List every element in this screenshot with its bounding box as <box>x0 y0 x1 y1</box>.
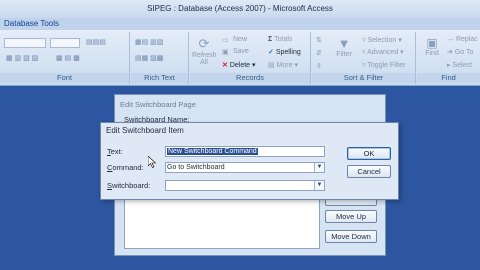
toggle-filter-label: Toggle Filter <box>367 62 406 69</box>
clear-sort-icon[interactable]: ⇳ <box>316 62 322 70</box>
replace-label: Replac <box>455 36 478 43</box>
find-label: Find <box>425 50 439 57</box>
advanced-icon: ▿ <box>362 49 366 56</box>
find-group-label: Find <box>417 73 480 83</box>
rich-text-group: ▦▤ ▥▧ ▤▦ ▨▩ Rich Text <box>131 32 189 84</box>
toggle-filter-icon: ▿ <box>362 62 366 69</box>
totals-icon: Σ <box>268 36 273 43</box>
text-input[interactable]: New Switchboard Command <box>165 146 325 157</box>
cancel-button[interactable]: Cancel <box>347 165 391 178</box>
filter-button[interactable]: ▼ Filter <box>330 36 358 58</box>
go-to-icon: ➔ <box>447 49 453 56</box>
more-button[interactable]: ▤ More ▾ <box>268 61 298 69</box>
window-title-bar: SIPEG : Database (Access 2007) - Microso… <box>0 0 480 18</box>
sort-asc-icon[interactable]: ⇅ <box>316 36 322 44</box>
select-icon: ▸ <box>447 62 451 69</box>
chevron-down-icon[interactable]: ▼ <box>314 181 324 190</box>
save-record-label: Save <box>233 48 249 55</box>
spelling-button[interactable]: ✓ Spelling <box>268 48 301 56</box>
command-select[interactable]: Go to Switchboard ▼ <box>165 162 325 173</box>
tab-database-tools[interactable]: Database Tools <box>0 18 63 30</box>
font-size-combo[interactable] <box>50 38 80 48</box>
selection-label: Selection <box>367 37 397 44</box>
save-icon: ▣ <box>222 49 229 56</box>
go-to-label: Go To <box>454 49 474 56</box>
font-group: ▤▤▤ ▦ ▥ ▧ ▨ ▦ ▤ ▩ Font <box>0 32 130 84</box>
text-label: Text: <box>107 147 123 156</box>
refresh-icon: ⟳ <box>198 36 210 51</box>
edit-switchboard-page-title: Edit Switchboard Page <box>120 100 196 109</box>
delete-record-button[interactable]: ✕ Delete ▾ <box>222 61 256 69</box>
move-up-button[interactable]: Move Up <box>325 210 377 223</box>
go-to-button[interactable]: ➔ Go To <box>447 48 473 56</box>
switchboard-select[interactable]: ▼ <box>165 180 325 191</box>
advanced-label: Advanced <box>367 49 399 56</box>
find-button[interactable]: ▣ Find <box>421 36 443 57</box>
refresh-all-label: Refresh All <box>192 52 217 66</box>
new-record-button[interactable]: ▭ New <box>222 36 247 44</box>
gridline-buttons[interactable]: ▦ ▤ ▩ <box>56 54 80 62</box>
edit-switchboard-item-dialog: Edit Switchboard Item Text: New Switchbo… <box>100 122 399 200</box>
font-name-combo[interactable] <box>4 38 46 48</box>
rich-text-group-label: Rich Text <box>131 73 188 83</box>
edit-switchboard-item-title: Edit Switchboard Item <box>106 126 184 135</box>
spelling-icon: ✓ <box>268 49 274 56</box>
new-record-label: New <box>233 36 248 43</box>
binoculars-icon: ▣ <box>426 36 438 50</box>
select-button[interactable]: ▸ Select <box>447 61 472 69</box>
selection-button[interactable]: ▿ Selection ▾ <box>362 36 402 44</box>
more-icon: ▤ <box>268 62 275 69</box>
move-down-button[interactable]: Move Down <box>325 230 377 243</box>
advanced-button[interactable]: ▿ Advanced ▾ <box>362 48 404 56</box>
delete-record-label: Delete <box>229 62 251 69</box>
text-input-value: New Switchboard Command <box>167 148 258 155</box>
mouse-cursor-icon <box>148 156 156 168</box>
sort-filter-group: ⇅ ⇵ ⇳ ▼ Filter ▿ Selection ▾ ▿ Advanced … <box>312 32 416 84</box>
refresh-all-button[interactable]: ⟳ Refresh All <box>192 36 217 66</box>
window-title: SIPEG : Database (Access 2007) - Microso… <box>147 4 333 13</box>
find-group: ▣ Find ↔ Replac ➔ Go To ▸ Select Find <box>417 32 480 84</box>
select-label: Select <box>452 62 472 69</box>
records-group-label: Records <box>190 73 310 83</box>
list-buttons[interactable]: ▤▦ ▨▩ <box>135 54 163 62</box>
delete-icon: ✕ <box>222 62 228 69</box>
command-select-value: Go to Switchboard <box>167 164 225 171</box>
new-record-icon: ▭ <box>222 37 229 44</box>
totals-label: Totals <box>274 36 293 43</box>
toggle-filter-button[interactable]: ▿ Toggle Filter <box>362 61 405 69</box>
align-buttons[interactable]: ▤▤▤ <box>86 38 106 46</box>
records-group: ⟳ Refresh All ▭ New ▣ Save ✕ Delete ▾ Σ To… <box>190 32 311 84</box>
totals-button[interactable]: Σ Totals <box>268 36 292 43</box>
replace-icon: ↔ <box>447 36 454 43</box>
sort-desc-icon[interactable]: ⇵ <box>316 49 322 57</box>
filter-icon: ▼ <box>337 36 351 51</box>
switchboard-label: Switchboard: <box>107 181 151 190</box>
ribbon-tab-row: Database Tools <box>0 18 480 30</box>
ok-button[interactable]: OK <box>347 147 391 160</box>
indent-buttons[interactable]: ▦▤ ▥▧ <box>135 38 163 46</box>
more-label: More <box>276 62 293 69</box>
save-record-button[interactable]: ▣ Save <box>222 48 249 56</box>
chevron-down-icon[interactable]: ▼ <box>314 163 324 172</box>
filter-label: Filter <box>336 51 352 58</box>
ribbon: ▤▤▤ ▦ ▥ ▧ ▨ ▦ ▤ ▩ Font ▦▤ ▥▧ ▤▦ ▨▩ Rich … <box>0 30 480 86</box>
format-buttons[interactable]: ▦ ▥ ▧ ▨ <box>6 54 38 62</box>
font-group-label: Font <box>0 73 129 83</box>
selection-icon: ▿ <box>362 37 366 44</box>
sort-filter-group-label: Sort & Filter <box>312 73 415 83</box>
spelling-label: Spelling <box>275 49 301 56</box>
replace-button[interactable]: ↔ Replac <box>447 36 478 43</box>
command-label: Command: <box>107 163 144 172</box>
